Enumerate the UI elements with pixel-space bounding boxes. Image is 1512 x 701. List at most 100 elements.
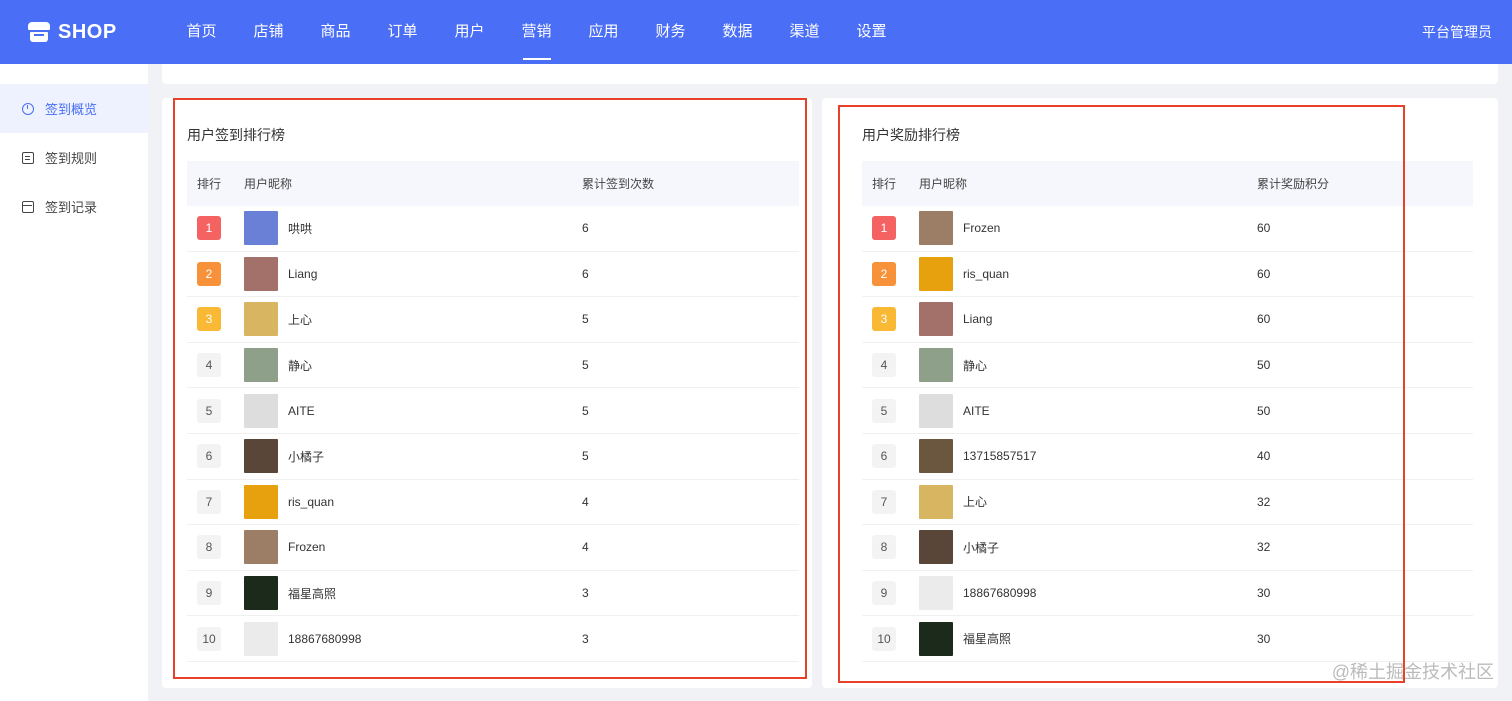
- avatar: [244, 484, 278, 519]
- rank-badge: 9: [872, 581, 896, 606]
- sidebar-item-label: 签到记录: [45, 200, 98, 215]
- watermark: @稀土掘金技术社区: [1331, 662, 1494, 682]
- row-value: 32: [1257, 494, 1271, 509]
- rank-badge: 8: [197, 535, 221, 560]
- user-nickname: Frozen: [963, 221, 1001, 236]
- brand-name: SHOP: [58, 20, 117, 43]
- row-value: 5: [582, 312, 589, 327]
- nav-item[interactable]: 数据: [704, 0, 771, 64]
- rank-badge: 5: [872, 398, 896, 423]
- row-value: 4: [582, 540, 589, 555]
- avatar: [919, 621, 953, 656]
- panel-title: 用户奖励排行榜: [862, 127, 960, 143]
- user-nickname: 13715857517: [963, 449, 1037, 464]
- rank-badge: 3: [872, 307, 896, 332]
- col-reward-points: 累计奖励积分: [1257, 177, 1330, 191]
- reward-ranking-table: 排行 用户昵称 累计奖励积分 1 Frozen 60 2 ris_quan 60 3 Lian…: [862, 161, 1473, 662]
- avatar: [919, 211, 953, 246]
- row-value: 30: [1257, 586, 1271, 601]
- avatar: [244, 439, 278, 474]
- nav-item[interactable]: 应用: [570, 0, 637, 64]
- rank-badge: 10: [197, 626, 221, 651]
- nav-item[interactable]: 设置: [838, 0, 905, 64]
- user-nickname: 哄哄: [288, 221, 313, 236]
- user-nickname: 上心: [963, 495, 988, 510]
- sidebar-item[interactable]: 签到概览: [0, 84, 148, 133]
- nav-item[interactable]: 渠道: [771, 0, 838, 64]
- user-nickname: Frozen: [288, 540, 326, 555]
- user-nickname: Liang: [288, 266, 318, 281]
- table-row: 9 福星高照 3: [187, 571, 799, 617]
- nav-item[interactable]: 首页: [168, 0, 235, 64]
- user-nickname: 福星高照: [288, 586, 337, 601]
- avatar: [919, 256, 953, 291]
- table-row: 5 AITE 50: [862, 388, 1473, 434]
- shop-icon: [28, 21, 50, 43]
- avatar: [244, 393, 278, 428]
- col-nickname: 用户昵称: [919, 177, 968, 191]
- sidebar-item[interactable]: 签到记录: [0, 182, 148, 231]
- nav-item[interactable]: 商品: [302, 0, 369, 64]
- col-signin-count: 累计签到次数: [582, 177, 655, 191]
- user-nickname: 小橘子: [963, 540, 1000, 555]
- sidebar-item[interactable]: 签到规则: [0, 133, 148, 182]
- table-row: 2 ris_quan 60: [862, 252, 1473, 298]
- rank-badge: 1: [197, 216, 221, 241]
- avatar: [244, 530, 278, 565]
- table-row: 1 哄哄 6: [187, 206, 799, 252]
- table-row: 3 Liang 60: [862, 297, 1473, 343]
- table-row: 10 福星高照 30: [862, 616, 1473, 662]
- rank-badge: 2: [872, 261, 896, 286]
- row-value: 3: [582, 586, 589, 601]
- nav-item[interactable]: 财务: [637, 0, 704, 64]
- avatar: [244, 302, 278, 337]
- rank-badge: 6: [872, 444, 896, 469]
- rank-badge: 10: [872, 626, 896, 651]
- nav-item[interactable]: 用户: [436, 0, 503, 64]
- table-row: 5 AITE 5: [187, 388, 799, 434]
- avatar: [919, 484, 953, 519]
- rank-badge: 4: [197, 353, 221, 378]
- sidebar: 签到概览签到规则签到记录: [0, 64, 148, 701]
- user-nickname: 静心: [288, 358, 313, 373]
- user-nickname: 18867680998: [963, 586, 1037, 601]
- row-value: 4: [582, 494, 589, 509]
- nav-item[interactable]: 营销: [503, 0, 570, 64]
- col-nickname: 用户昵称: [244, 177, 293, 191]
- row-value: 6: [582, 266, 589, 281]
- row-value: 60: [1257, 312, 1271, 327]
- rank-badge: 7: [872, 489, 896, 514]
- table-row: 3 上心 5: [187, 297, 799, 343]
- avatar: [244, 576, 278, 611]
- main-nav: 首页 店铺 商品 订单 用户 营销 应用 财务 数据 渠道 设置: [168, 0, 905, 64]
- nav-item[interactable]: 店铺: [235, 0, 302, 64]
- avatar: [244, 621, 278, 656]
- row-value: 30: [1257, 631, 1271, 646]
- avatar: [919, 576, 953, 611]
- table-row: 7 ris_quan 4: [187, 480, 799, 526]
- avatar: [919, 530, 953, 565]
- sidebar-item-label: 签到概览: [45, 102, 98, 117]
- table-row: 6 小橘子 5: [187, 434, 799, 480]
- user-nickname: 静心: [963, 358, 988, 373]
- avatar: [244, 211, 278, 246]
- user-nickname: Liang: [963, 312, 993, 327]
- avatar: [919, 302, 953, 337]
- nav-item[interactable]: 订单: [369, 0, 436, 64]
- brand-logo[interactable]: SHOP: [28, 21, 168, 44]
- reward-ranking-panel: 用户奖励排行榜 排行 用户昵称 累计奖励积分 1 Frozen 60 2 ris_qua…: [822, 98, 1498, 688]
- admin-user[interactable]: 平台管理员: [1422, 0, 1492, 64]
- user-nickname: AITE: [963, 403, 990, 418]
- table-header: 排行 用户昵称 累计奖励积分: [862, 161, 1473, 206]
- table-row: 10 18867680998 3: [187, 616, 799, 662]
- avatar: [919, 439, 953, 474]
- document-icon: [22, 151, 34, 164]
- row-value: 32: [1257, 540, 1271, 555]
- user-nickname: 福星高照: [963, 632, 1012, 647]
- table-row: 1 Frozen 60: [862, 206, 1473, 252]
- avatar: [919, 348, 953, 383]
- table-row: 2 Liang 6: [187, 252, 799, 298]
- table-row: 8 Frozen 4: [187, 525, 799, 571]
- table-row: 4 静心 5: [187, 343, 799, 389]
- panel-title: 用户签到排行榜: [187, 127, 285, 143]
